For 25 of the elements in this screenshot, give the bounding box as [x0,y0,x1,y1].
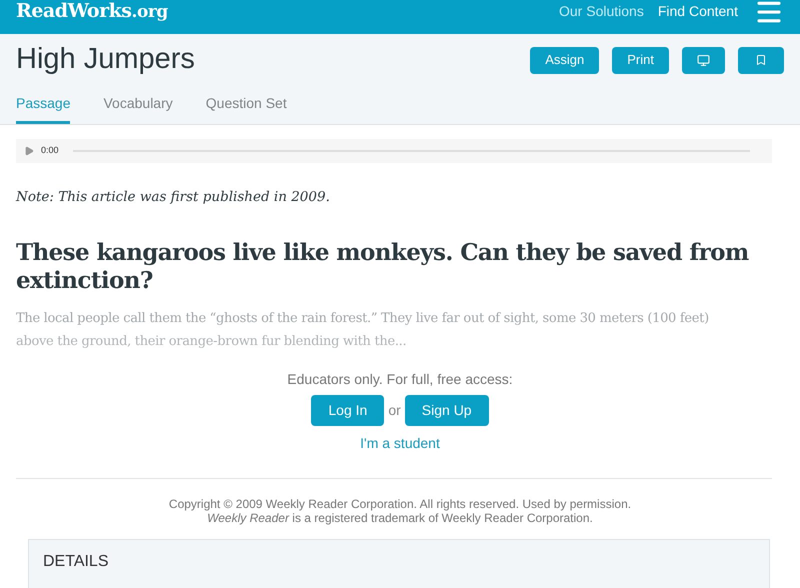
nav-link[interactable]: Find Content [658,0,738,22]
audio-time: 0:00 [41,144,59,158]
monitor-icon [697,54,710,66]
student-link[interactable]: I'm a student [360,433,440,454]
article-headline: These kangaroos live like monkeys. Can they be saved from extinction? [16,239,750,296]
bookmark-icon [755,54,767,66]
details-heading: DETAILS [43,553,108,570]
action-button[interactable]: Assign [530,46,600,74]
tab[interactable]: Vocabulary [103,93,173,124]
logo[interactable]: ReadWorks.org [16,0,168,26]
access-prompt: Educators only. For full, free access: [287,370,513,390]
tab[interactable]: Passage [16,93,70,124]
or-label: or [388,401,401,420]
play-icon[interactable] [24,146,34,156]
action-button[interactable]: Print [612,46,669,74]
article-note: Note: This article was first published in 2009. [16,188,331,207]
signup-button[interactable]: Sign Up [404,395,489,426]
present-button[interactable] [682,46,725,74]
copyright-text: Weekly Reader is a registered trademark of Weekly Reader Corporation. [207,511,593,526]
bookmark-button[interactable] [738,46,784,74]
page-title: High Jumpers [16,42,195,78]
nav-link[interactable]: Our Solutions [559,0,644,22]
tab[interactable]: Question Set [206,93,287,124]
login-button[interactable]: Log In [311,395,384,426]
copyright-text: Copyright © 2009 Weekly Reader Corporation. All rights reserved. Used by permission. [168,497,632,512]
